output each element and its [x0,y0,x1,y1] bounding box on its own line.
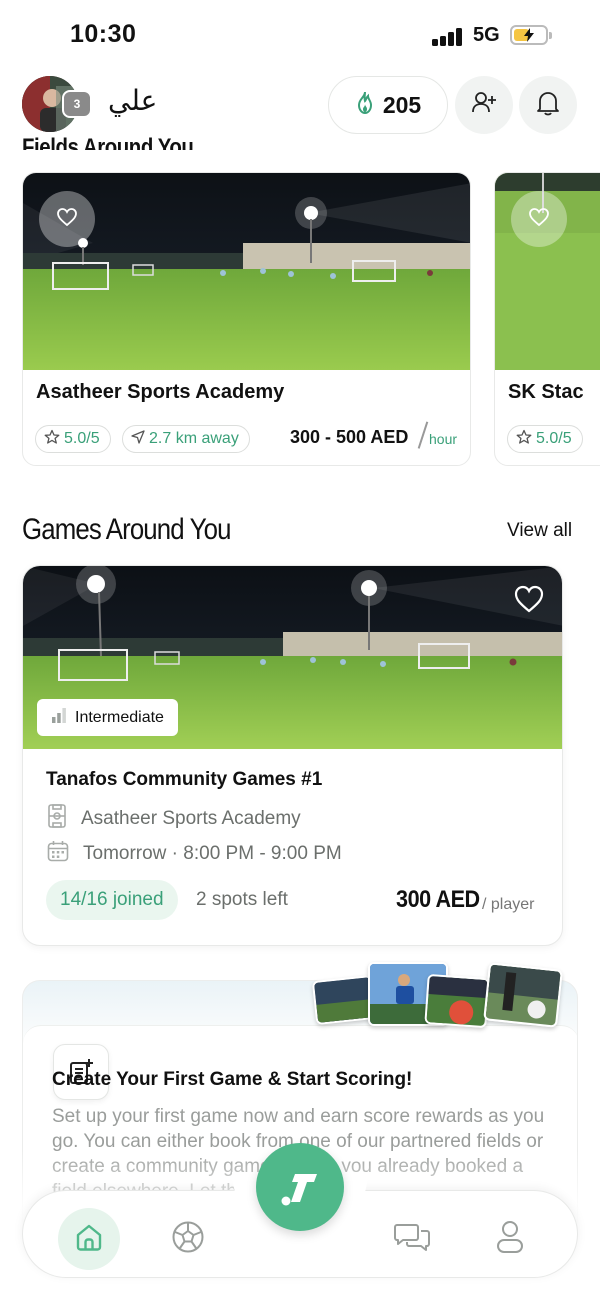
game-title: Tanafos Community Games #1 [46,769,323,790]
price-unit: / player [482,896,535,913]
calendar-icon [47,840,69,868]
pitch-icon [47,804,67,834]
favorite-button[interactable] [39,191,95,247]
flame-icon [355,91,375,120]
create-game-title: Create Your First Game & Start Scoring! [52,1069,413,1090]
nav-home-button[interactable] [58,1208,120,1270]
notifications-button[interactable] [519,76,577,134]
nav-profile-button[interactable] [479,1208,541,1270]
favorite-button[interactable] [511,191,567,247]
status-bar: 10:30 5G [0,0,600,70]
signal-bars-icon [51,707,67,728]
points-value: 205 [382,91,422,118]
heart-icon [513,585,545,618]
chat-icon [394,1221,430,1258]
field-name: SK Stac [508,381,584,403]
add-user-icon [471,90,497,121]
skill-level-badge: Intermediate [37,699,178,736]
game-venue: Asatheer Sports Academy [47,804,301,834]
favorite-game-button[interactable] [513,584,545,619]
nav-games-button[interactable] [157,1208,219,1270]
heart-icon [56,207,78,232]
distance-chip: 2.7 km away [122,425,250,453]
battery-charging-icon [510,25,552,45]
football-icon [171,1220,205,1259]
ball-thumbnail [424,973,490,1029]
network-type: 5G [473,24,500,46]
bell-icon [536,90,560,121]
sports-thumbnails [311,962,564,1030]
location-arrow-icon [131,429,145,449]
star-icon [44,429,60,450]
field-price: 300 - 500 AED [290,427,409,447]
create-game-fab[interactable] [256,1143,344,1231]
level-badge: 3 [62,90,92,118]
field-name: Asatheer Sports Academy [36,381,285,403]
user-name: علي [108,84,158,117]
view-all-link[interactable]: View all [507,520,572,542]
game-price: 300 AED [396,886,480,913]
nav-chat-button[interactable] [381,1208,443,1270]
heart-icon [528,207,550,232]
home-icon [74,1222,104,1257]
points-button[interactable]: 205 [328,76,448,134]
fields-section-heading: Fields Around You [22,134,194,150]
star-icon [516,429,532,450]
kick-thumbnail [483,962,563,1028]
game-card[interactable]: Intermediate Tanafos Community Games #1 … [22,565,563,946]
field-card[interactable]: Asatheer Sports Academy 5.0/5 2.7 km awa… [22,172,471,466]
create-game-logo-icon [277,1160,323,1215]
rating-chip: 5.0/5 [507,425,583,453]
add-friend-button[interactable] [455,76,513,134]
field-card[interactable]: SK Stac 5.0/5 [494,172,600,466]
price-unit: hour [429,431,458,447]
price-divider [417,421,428,449]
profile-icon [495,1220,525,1259]
cellular-signal-icon [432,28,464,46]
rating-chip: 5.0/5 [35,425,111,453]
spots-left: 2 spots left [196,889,288,910]
status-time: 10:30 [70,20,137,48]
joined-count: 14/16 joined [46,880,178,920]
game-time: Tomorrow · 8:00 PM - 9:00 PM [47,840,342,868]
stadium-thumbnail [311,974,377,1026]
games-section-heading: Games Around You [22,513,231,546]
